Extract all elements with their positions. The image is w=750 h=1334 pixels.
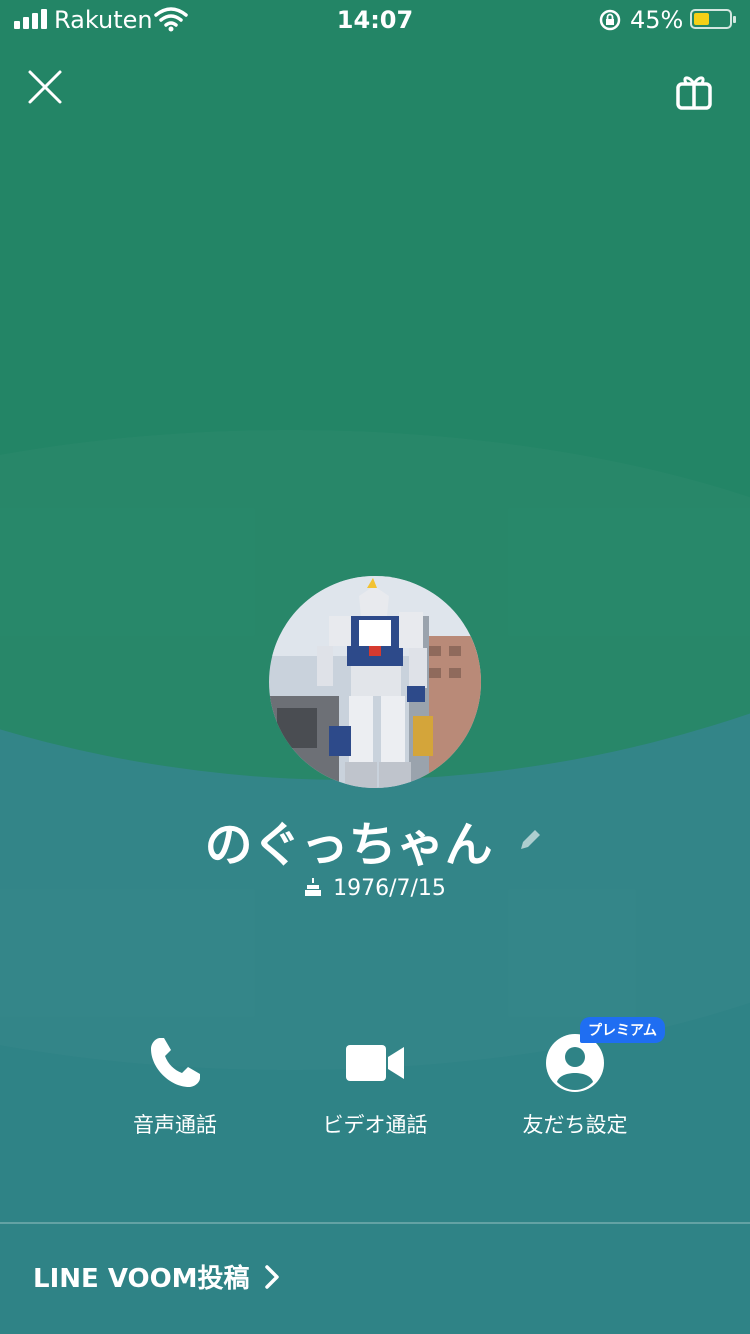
close-icon — [28, 70, 62, 104]
line-voom-label: LINE VOOM投稿 — [33, 1264, 250, 1294]
battery-percentage: 45% — [630, 6, 684, 34]
profile-avatar[interactable] — [269, 576, 481, 788]
birthday-cake-icon — [305, 878, 322, 896]
video-call-label: ビデオ通話 — [322, 1113, 428, 1137]
birthday-row: 1976/7/15 — [0, 876, 750, 901]
profile-screen: Rakuten 14:07 45% のぐっちゃん 1976/7/15 音声通話 … — [0, 0, 750, 1334]
profile-name-row: のぐっちゃん — [0, 805, 750, 873]
gift-icon — [676, 76, 712, 110]
edit-pencil-icon[interactable] — [515, 825, 545, 855]
voice-call-label: 音声通話 — [133, 1113, 217, 1137]
battery-level — [694, 13, 709, 25]
video-call-button[interactable]: ビデオ通話 — [275, 1025, 475, 1139]
friend-settings-label: 友だち設定 — [522, 1113, 628, 1137]
phone-icon — [151, 1038, 200, 1087]
line-voom-posts-link[interactable]: LINE VOOM投稿 — [33, 1258, 280, 1295]
premium-badge: プレミアム — [580, 1017, 666, 1043]
video-camera-icon — [346, 1045, 404, 1081]
divider — [0, 1222, 750, 1224]
chevron-right-icon — [264, 1264, 279, 1289]
status-bar: Rakuten 14:07 45% — [0, 0, 750, 40]
battery-icon — [690, 9, 736, 29]
rotation-lock-icon — [599, 9, 621, 31]
close-button[interactable] — [22, 64, 68, 110]
birthday-date: 1976/7/15 — [333, 876, 446, 901]
profile-name: のぐっちゃん — [204, 817, 493, 873]
gift-button[interactable] — [672, 70, 716, 114]
avatar-photo — [269, 576, 481, 788]
voice-call-button[interactable]: 音声通話 — [75, 1025, 275, 1139]
